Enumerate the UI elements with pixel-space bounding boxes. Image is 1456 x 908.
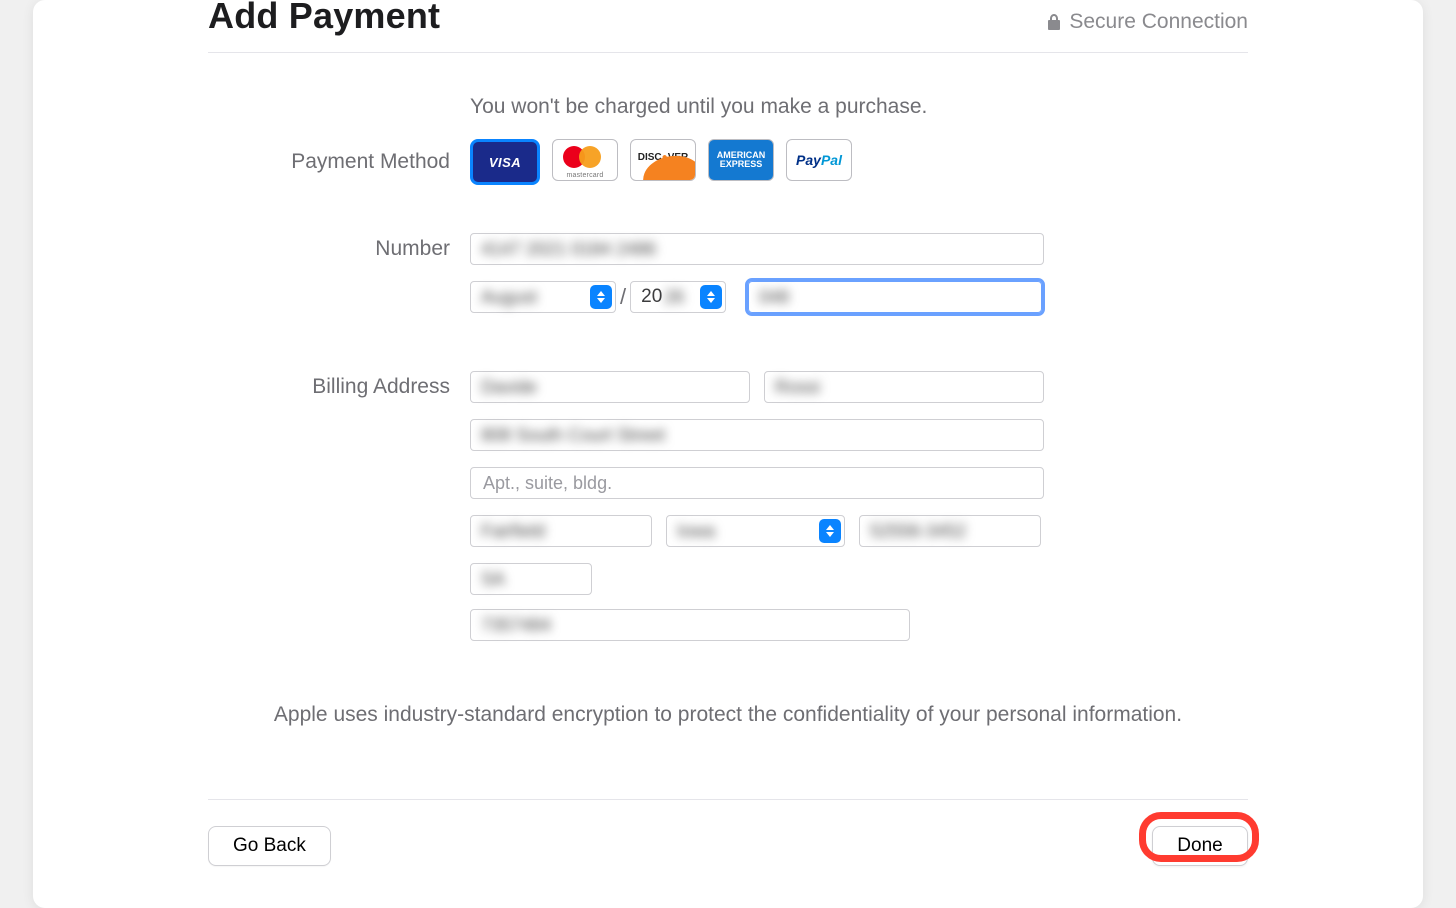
payment-form: Payment Method VISA mastercard DISC●VER … [208, 139, 1248, 641]
footer-divider [208, 799, 1248, 800]
label-card-number: Number [208, 237, 470, 261]
footer: Go Back Done [208, 781, 1248, 866]
row-street1: 808 South Court Street [208, 419, 1248, 451]
street2-field[interactable] [481, 472, 1033, 495]
zip-input[interactable]: 52556-3452 [859, 515, 1041, 547]
stepper-icon [819, 519, 841, 543]
last-name-value: Rossi [775, 377, 820, 398]
done-button[interactable]: Done [1152, 826, 1248, 866]
add-payment-window: Add Payment Secure Connection You won't … [33, 0, 1423, 908]
go-back-button[interactable]: Go Back [208, 826, 331, 866]
first-name-value: Davide [481, 377, 537, 398]
page-title: Add Payment [208, 0, 440, 34]
street1-input[interactable]: 808 South Court Street [470, 419, 1044, 451]
card-option-discover[interactable]: DISC●VER [630, 139, 696, 181]
city-value: Fairfield [481, 521, 545, 542]
exp-year-select[interactable]: 2026 [630, 281, 726, 313]
privacy-note: Apple uses industry-standard encryption … [208, 703, 1248, 727]
card-option-visa[interactable]: VISA [470, 139, 540, 185]
row-country-phone: SA 7357484 [208, 563, 1248, 641]
exp-year-suffix: 26 [664, 287, 684, 308]
card-option-amex[interactable]: AMERICANEXPRESS [708, 139, 774, 181]
label-billing-address: Billing Address [208, 375, 470, 399]
card-number-value: 4147 2021 0184 2486 [481, 239, 656, 260]
row-card-number: Number 4147 2021 0184 2486 [208, 233, 1248, 265]
row-city-state-zip: Fairfield Iowa 52556-3452 [208, 515, 1248, 547]
expiry-slash: / [616, 284, 630, 310]
last-name-input[interactable]: Rossi [764, 371, 1044, 403]
street1-value: 808 South Court Street [481, 425, 665, 446]
state-select[interactable]: Iowa [666, 515, 845, 547]
header-divider [208, 52, 1248, 53]
row-billing-name: Billing Address Davide Rossi [208, 371, 1248, 403]
payment-method-options: VISA mastercard DISC●VER AMERICANEXPRESS… [470, 139, 852, 185]
secure-connection-badge: Secure Connection [1047, 10, 1248, 34]
row-payment-method: Payment Method VISA mastercard DISC●VER … [208, 139, 1248, 185]
phone-value: 7357484 [481, 615, 551, 636]
secure-connection-label: Secure Connection [1069, 10, 1248, 34]
card-option-paypal[interactable]: PayPal [786, 139, 852, 181]
row-street2 [208, 467, 1248, 499]
state-value: Iowa [677, 521, 715, 542]
title-row: Add Payment Secure Connection [208, 0, 1248, 34]
label-payment-method: Payment Method [208, 150, 470, 174]
cvv-input[interactable]: 048 [748, 281, 1042, 313]
country-code-value: SA [481, 569, 505, 590]
card-option-mastercard[interactable]: mastercard [552, 139, 618, 181]
country-code-input[interactable]: SA [470, 563, 592, 595]
stepper-icon [700, 285, 722, 309]
cvv-value: 048 [759, 287, 789, 308]
phone-input[interactable]: 7357484 [470, 609, 910, 641]
exp-month-value: August [481, 287, 537, 308]
main-content: Add Payment Secure Connection You won't … [208, 0, 1248, 790]
card-number-input[interactable]: 4147 2021 0184 2486 [470, 233, 1044, 265]
first-name-input[interactable]: Davide [470, 371, 750, 403]
stepper-icon [590, 285, 612, 309]
exp-year-prefix: 20 [641, 286, 664, 308]
street2-input[interactable] [470, 467, 1044, 499]
lock-icon [1047, 14, 1061, 30]
zip-value: 52556-3452 [870, 521, 966, 542]
row-expiry-cvv: August / 2026 048 [208, 281, 1248, 313]
city-input[interactable]: Fairfield [470, 515, 652, 547]
exp-month-select[interactable]: August [470, 281, 616, 313]
intro-text: You won't be charged until you make a pu… [470, 95, 1248, 119]
